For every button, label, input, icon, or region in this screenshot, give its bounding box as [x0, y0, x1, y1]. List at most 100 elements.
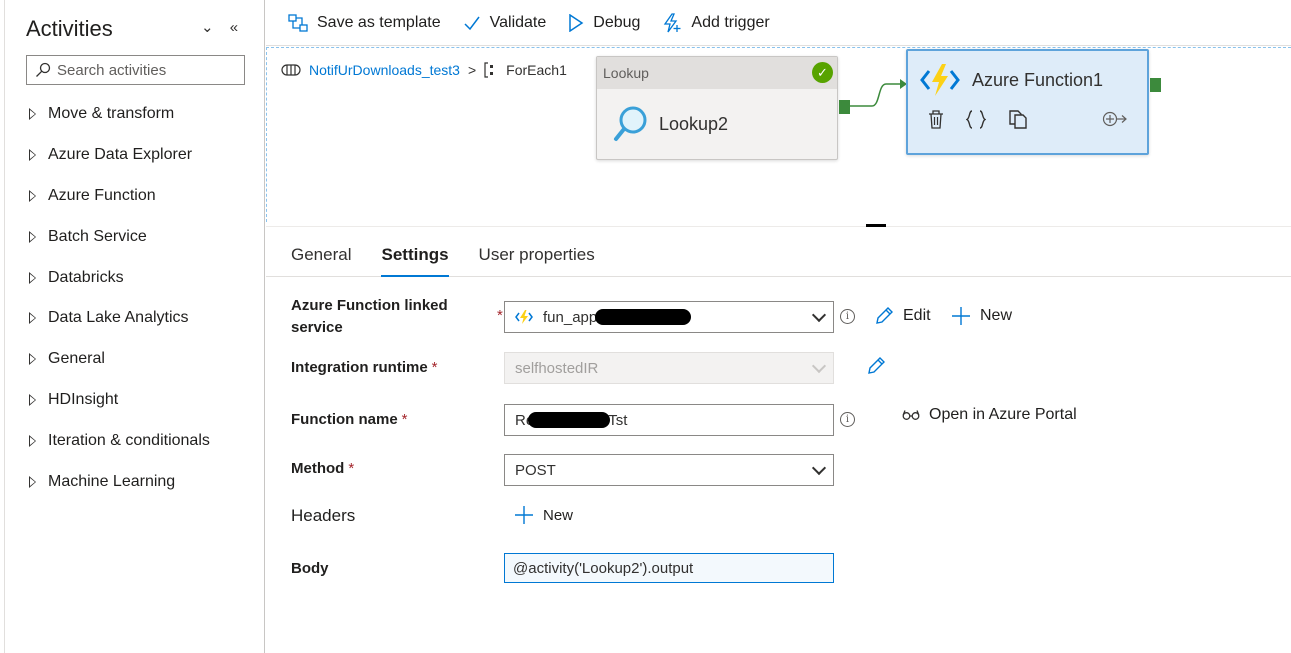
integration-runtime-dropdown: selfhostedIR — [504, 352, 834, 384]
code-braces-icon[interactable] — [966, 109, 986, 129]
info-icon[interactable]: i — [840, 412, 855, 427]
success-check-icon: ✓ — [812, 62, 833, 83]
redaction-mark — [595, 309, 692, 325]
expand-icon — [29, 230, 36, 243]
method-dropdown[interactable]: POST — [504, 454, 834, 486]
body-input[interactable]: @activity('Lookup2').output — [504, 553, 834, 583]
linked-service-label-text: Azure Function linked service — [291, 297, 448, 336]
integration-runtime-value: selfhostedIR — [515, 359, 599, 377]
plus-icon — [515, 506, 533, 524]
open-in-azure-portal-label: Open in Azure Portal — [929, 406, 1077, 423]
activity-categories: Move & transform Azure Data Explorer Azu… — [29, 94, 210, 502]
category-machine-learning[interactable]: Machine Learning — [29, 461, 210, 502]
edit-label: Edit — [903, 307, 931, 324]
method-value: POST — [515, 461, 556, 479]
category-label: HDInsight — [48, 390, 119, 408]
copy-icon[interactable] — [1008, 109, 1028, 129]
pipeline-toolbar: Save as template Validate Debug Add trig… — [266, 0, 1291, 46]
category-hdinsight[interactable]: HDInsight — [29, 380, 210, 421]
breadcrumb-separator: > — [467, 62, 477, 78]
breadcrumb-pipeline-link[interactable]: NotifUrDownloads_test3 — [309, 62, 460, 78]
redaction-mark — [528, 412, 611, 428]
activities-panel: Activities ⌄ « Search activities Move & … — [4, 0, 265, 653]
panel-resize-handle[interactable] — [866, 224, 886, 227]
lookup-icon — [614, 106, 647, 141]
body-value: @activity('Lookup2').output — [513, 559, 694, 577]
lookup-activity[interactable]: Lookup ✓ Lookup2 — [596, 56, 838, 160]
category-label: Move & transform — [48, 105, 175, 123]
function-name-value-suffix: Tst — [608, 411, 628, 429]
edit-integration-runtime-icon[interactable] — [866, 356, 886, 376]
validate-label: Validate — [489, 13, 547, 31]
expand-icon — [29, 353, 36, 366]
lookup-activity-body: Lookup2 — [597, 89, 837, 159]
azure-function-activity-name: Azure Function1 — [972, 69, 1104, 90]
integration-runtime-label: Integration runtime * — [291, 357, 438, 379]
save-as-template-label: Save as template — [317, 13, 441, 31]
new-linked-service-button[interactable]: New — [951, 306, 1012, 326]
tab-settings[interactable]: Settings — [381, 240, 449, 277]
category-label: Machine Learning — [48, 472, 176, 490]
category-move-transform[interactable]: Move & transform — [29, 94, 210, 135]
azure-function-activity-header: Azure Function1 — [908, 51, 1147, 109]
canvas-divider — [266, 226, 1291, 227]
category-databricks[interactable]: Databricks — [29, 257, 210, 298]
function-name-input[interactable]: Re Tst — [504, 404, 834, 436]
integration-runtime-label-text: Integration runtime — [291, 359, 428, 376]
tab-general[interactable]: General — [291, 240, 351, 276]
add-trigger-button[interactable]: Add trigger — [662, 12, 770, 33]
azure-function-activity[interactable]: Azure Function1 — [906, 49, 1149, 155]
category-label: Azure Function — [48, 186, 156, 204]
expand-icon — [29, 189, 36, 202]
category-batch-service[interactable]: Batch Service — [29, 216, 210, 257]
open-in-azure-portal-button[interactable]: Open in Azure Portal — [902, 406, 1077, 424]
add-output-icon[interactable] — [1102, 111, 1128, 127]
breadcrumb-current: ForEach1 — [506, 62, 567, 78]
category-general[interactable]: General — [29, 339, 210, 380]
chevron-down-icon — [811, 460, 827, 476]
panel-title: Activities — [26, 16, 113, 41]
lookup-activity-header: Lookup ✓ — [597, 57, 837, 89]
category-data-lake-analytics[interactable]: Data Lake Analytics — [29, 298, 210, 339]
azure-function-output-port[interactable] — [1150, 78, 1161, 92]
required-marker: * — [497, 307, 503, 324]
body-label: Body — [291, 558, 329, 580]
new-header-button[interactable]: New — [514, 505, 573, 525]
headers-label-text: Headers — [291, 506, 356, 525]
function-name-label: Function name * — [291, 409, 408, 431]
debug-button[interactable]: Debug — [568, 13, 641, 32]
pipeline-canvas[interactable]: NotifUrDownloads_test3 > ForEach1 Lookup… — [266, 47, 1291, 222]
azure-function-icon — [515, 310, 533, 324]
function-name-label-text: Function name — [291, 411, 398, 428]
collapse-panel-icon[interactable]: ⌄ « — [201, 18, 244, 36]
delete-icon[interactable] — [928, 109, 944, 129]
pipeline-icon — [281, 64, 301, 76]
save-as-template-button[interactable]: Save as template — [288, 14, 441, 32]
category-label: Data Lake Analytics — [48, 309, 189, 327]
debug-label: Debug — [593, 13, 641, 31]
tab-user-properties[interactable]: User properties — [479, 240, 595, 276]
validate-button[interactable]: Validate — [463, 13, 547, 32]
category-label: Databricks — [48, 268, 124, 286]
expand-icon — [29, 312, 36, 325]
foreach-icon — [484, 62, 494, 78]
required-marker: * — [431, 359, 438, 376]
linked-service-dropdown[interactable]: fun_app — [504, 301, 834, 333]
category-azure-data-explorer[interactable]: Azure Data Explorer — [29, 135, 210, 176]
lookup-success-port[interactable] — [839, 100, 850, 114]
new-header-label: New — [543, 506, 574, 524]
edit-linked-service-button[interactable]: Edit — [874, 306, 931, 326]
add-trigger-label: Add trigger — [691, 13, 770, 31]
search-activities-input[interactable]: Search activities — [26, 55, 245, 85]
info-icon[interactable]: i — [840, 309, 855, 324]
lookup-activity-type: Lookup — [603, 65, 649, 81]
required-marker: * — [401, 411, 408, 428]
expand-icon — [29, 475, 36, 488]
lookup-activity-name: Lookup2 — [659, 113, 729, 134]
checkmark-icon — [464, 16, 480, 30]
category-label: Azure Data Explorer — [48, 146, 193, 164]
body-label-text: Body — [291, 560, 329, 577]
category-azure-function[interactable]: Azure Function — [29, 176, 210, 217]
new-label: New — [980, 307, 1013, 324]
category-iteration-conditionals[interactable]: Iteration & conditionals — [29, 420, 210, 461]
